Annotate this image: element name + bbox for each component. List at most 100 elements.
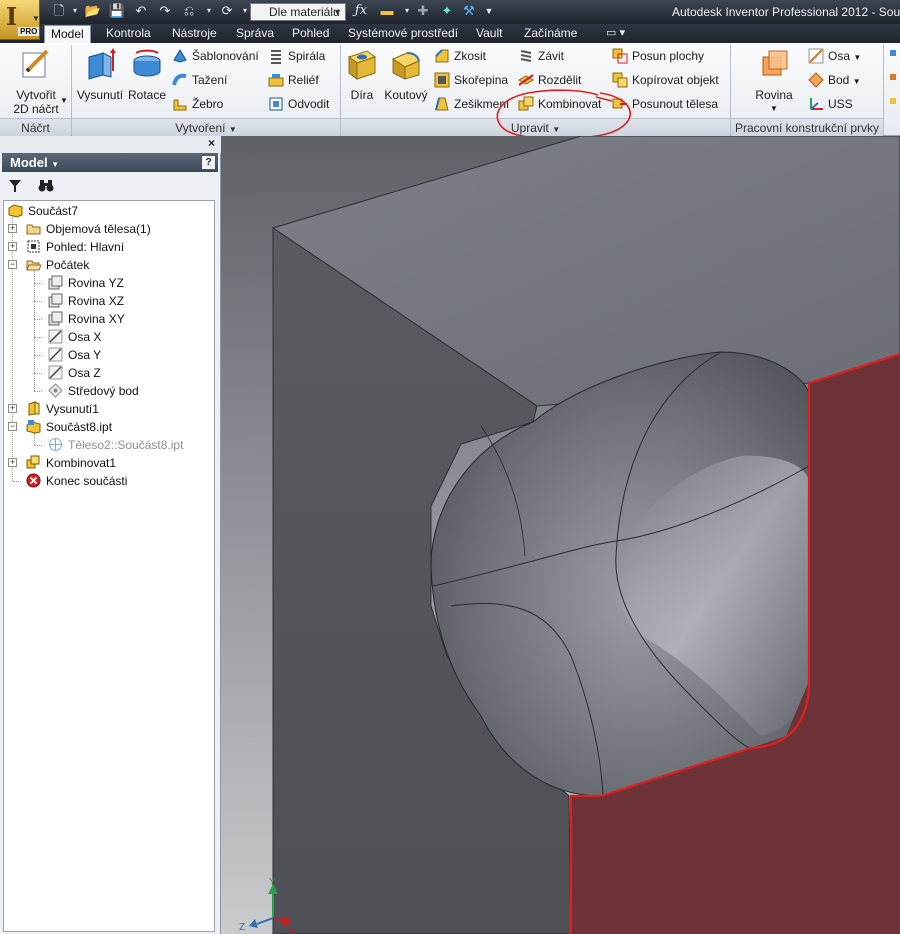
chevron-down-icon[interactable]: ▼ <box>51 160 59 169</box>
tab-vault[interactable]: Vault <box>470 25 508 43</box>
tree-item-teleso2[interactable]: Těleso2::Součást8.ipt <box>32 436 212 454</box>
tree-item-objemova-telesa[interactable]: + Objemová tělesa(1) <box>8 220 208 238</box>
tree-item-rovina-yz[interactable]: Rovina YZ <box>32 274 212 292</box>
pattern-button[interactable] <box>888 46 900 66</box>
pro-badge: PRO <box>18 27 40 36</box>
collapse-icon[interactable]: − <box>8 422 17 431</box>
tree-item-osa-x[interactable]: Osa X <box>32 328 212 346</box>
tree-item-osa-z[interactable]: Osa Z <box>32 364 212 382</box>
tree-item-soucast8[interactable]: − Součást8.ipt <box>8 418 208 436</box>
point-button[interactable]: Bod ▼ <box>808 70 861 90</box>
chevron-down-icon[interactable]: ▾ <box>200 2 218 20</box>
tree-item-pohled-hlavni[interactable]: + Pohled: Hlavní <box>8 238 208 256</box>
expand-icon[interactable]: + <box>8 242 17 251</box>
rib-icon <box>173 99 187 111</box>
tab-kontrola[interactable]: Kontrola <box>100 25 157 43</box>
tab-nastroje[interactable]: Nástroje <box>166 25 223 43</box>
tab-model[interactable]: Model <box>44 25 91 43</box>
filter-icon[interactable] <box>8 179 22 193</box>
window-title: Autodesk Inventor Professional 2012 - So… <box>672 5 900 19</box>
plane-button[interactable]: Rovina ▼ <box>752 47 796 116</box>
revolve-button[interactable]: Rotace <box>126 47 168 102</box>
fx-parameters-icon[interactable]: ƒx <box>352 2 370 20</box>
expand-icon[interactable]: + <box>8 458 17 467</box>
return-icon[interactable]: ⎌ <box>180 2 198 20</box>
tree-label: Osa Z <box>68 366 101 380</box>
material-value: Dle materiálu <box>269 5 340 19</box>
tree-item-pocatek[interactable]: − Počátek <box>8 256 208 274</box>
axis-button[interactable]: Osa ▼ <box>808 46 861 66</box>
chevron-down-icon[interactable]: ▼ <box>752 102 796 116</box>
binoculars-icon[interactable] <box>38 179 54 193</box>
open-folder-icon[interactable]: 📂 <box>84 2 102 20</box>
rib-button[interactable]: Žebro <box>172 94 223 114</box>
undo-icon[interactable]: ↶ <box>132 2 150 20</box>
tree-item-rovina-xy[interactable]: Rovina XY <box>32 310 212 328</box>
tree-label: Součást7 <box>28 204 79 218</box>
tab-zaciname[interactable]: Začínáme <box>518 25 583 43</box>
copy-object-label: Kopírovat objekt <box>632 73 719 87</box>
graphics-viewport[interactable]: Y X Z <box>221 136 900 934</box>
hole-button[interactable]: Díra <box>344 47 380 102</box>
work-axis-icon <box>48 329 63 344</box>
create-2d-sketch-label-2: 2D náčrt <box>13 102 59 116</box>
application-menu-button[interactable]: I PRO ▼ <box>0 0 40 40</box>
thread-button[interactable]: Závit <box>518 46 564 66</box>
chevron-down-icon[interactable]: ▼ <box>229 125 237 134</box>
ucs-button[interactable]: USS <box>808 94 853 114</box>
tab-systemove-prostredi[interactable]: Systémové prostředí <box>342 25 464 43</box>
tree-item-soucast7[interactable]: Součást7 <box>8 202 208 220</box>
extrude-button[interactable]: Vysunutí <box>76 47 124 102</box>
wrench-icon[interactable]: ⚒ <box>460 2 478 20</box>
browser-header[interactable]: Model ▼ ? <box>2 153 218 172</box>
fillet-button[interactable]: Koutový <box>382 47 430 102</box>
folder-icon <box>26 224 41 235</box>
update-icon[interactable]: ⟳ <box>218 2 236 20</box>
part-model-3d[interactable]: Y X Z <box>221 136 900 934</box>
coil-button[interactable]: Spirála <box>268 46 325 66</box>
tree-item-rovina-xz[interactable]: Rovina XZ <box>32 292 212 310</box>
ribbon-options-icon[interactable]: ▭ ▾ <box>600 25 631 43</box>
browser-close-bar: × <box>0 136 221 153</box>
tree-item-vysunuti1[interactable]: + Vysunutí1 <box>8 400 208 418</box>
tree-item-konec-soucasti[interactable]: Konec součásti <box>8 472 208 490</box>
plus-icon[interactable]: ✚ <box>414 2 432 20</box>
chamfer-button[interactable]: Zkosit <box>434 46 486 66</box>
chevron-down-icon[interactable]: ▼ <box>853 53 861 62</box>
mirror-button[interactable] <box>888 70 900 90</box>
tree-label: Počátek <box>46 258 90 272</box>
tab-sprava[interactable]: Správa <box>230 25 280 43</box>
ilogic-icon[interactable]: ✦ <box>438 2 456 20</box>
create-2d-sketch-button[interactable]: Vytvořit 2D náčrt <box>6 47 66 116</box>
chevron-down-icon[interactable]: ▼ <box>853 77 861 86</box>
tree-connector <box>34 391 42 392</box>
move-face-label: Posun plochy <box>632 49 705 63</box>
collapse-icon[interactable]: − <box>8 260 17 269</box>
expand-icon[interactable]: + <box>8 404 17 413</box>
fillet-label: Koutový <box>384 88 428 102</box>
loft-button[interactable]: Šablonování <box>172 46 259 66</box>
thread-icon <box>520 49 532 62</box>
tree-item-osa-y[interactable]: Osa Y <box>32 346 212 364</box>
redo-icon[interactable]: ↷ <box>156 2 174 20</box>
derive-button[interactable]: Odvodit <box>268 94 329 114</box>
save-icon[interactable]: 💾 <box>108 2 126 20</box>
move-face-button[interactable]: Posun plochy <box>612 46 704 66</box>
chevron-down-icon[interactable]: ▾ <box>66 2 84 20</box>
chevron-down-icon[interactable]: ▼ <box>60 91 68 111</box>
freeform-button[interactable] <box>888 94 900 114</box>
customize-qat-icon[interactable]: ▼ <box>480 2 498 20</box>
help-icon[interactable]: ? <box>201 155 216 170</box>
tab-pohled[interactable]: Pohled <box>286 25 335 43</box>
material-dropdown[interactable]: Dle materiálu ▼ <box>250 3 346 21</box>
title-bar: I PRO ▼ 🗋 ▾ 📂 💾 ↶ ↷ ⎌ ▾ ⟳ ▾ Dle materiál… <box>0 0 900 40</box>
measure-icon[interactable]: ▬ <box>378 2 396 20</box>
emboss-button[interactable]: Reliéf <box>268 70 319 90</box>
expand-icon[interactable]: + <box>8 224 17 233</box>
triad-z-axis <box>256 917 274 925</box>
sweep-button[interactable]: Tažení <box>172 70 227 90</box>
tree-item-kombinovat1[interactable]: + Kombinovat1 <box>8 454 208 472</box>
close-icon[interactable]: × <box>208 136 215 150</box>
tree-item-stredovy-bod[interactable]: Středový bod <box>32 382 212 400</box>
tree-label: Pohled: Hlavní <box>46 240 125 254</box>
